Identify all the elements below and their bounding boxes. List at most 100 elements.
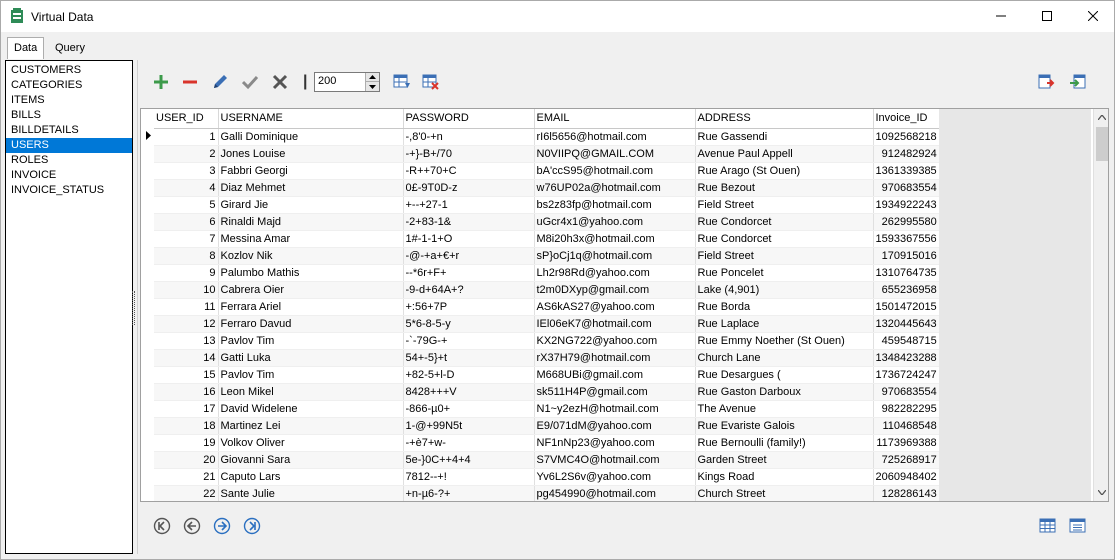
- grid-cell[interactable]: E9/071dM@yahoo.com: [534, 417, 696, 435]
- grid-cell[interactable]: 1320445643: [873, 315, 940, 333]
- grid-cell[interactable]: Garden Street: [695, 451, 874, 469]
- grid-cell[interactable]: 2: [154, 145, 219, 163]
- delete-record-button[interactable]: [179, 70, 201, 94]
- grid-cell[interactable]: -9-d+64A+?: [403, 281, 535, 299]
- table-row[interactable]: 2 Jones Louise -+}-B+/70 N0VIIPQ@GMAIL.COM A…: [154, 145, 940, 163]
- table-row[interactable]: 18 Martinez Lei 1-@+99N5t E9/071dM@yahoo.co…: [154, 417, 940, 435]
- grid-cell[interactable]: Rue Arago (St Ouen): [695, 162, 874, 180]
- grid-cell[interactable]: Rue Bernoulli (family!): [695, 434, 874, 452]
- table-row[interactable]: 4 Diaz Mehmet 0£-9T0D-z w76UP02a@hotmail.co…: [154, 179, 940, 197]
- grid-cell[interactable]: t2m0DXyp@gmail.com: [534, 281, 696, 299]
- table-list-item-billdetails[interactable]: BILLDETAILS: [6, 123, 132, 138]
- pane-splitter[interactable]: [132, 291, 135, 325]
- grid-cell[interactable]: The Avenue: [695, 400, 874, 418]
- grid-cell[interactable]: -`-79G-+: [403, 332, 535, 350]
- refresh-grid-button[interactable]: [391, 70, 413, 94]
- grid-cell[interactable]: 912482924: [873, 145, 940, 163]
- grid-cell[interactable]: -+}-B+/70: [403, 145, 535, 163]
- table-row[interactable]: 13 Pavlov Tim -`-79G-+ KX2NG722@yahoo.com Ru…: [154, 332, 940, 350]
- grid-cell[interactable]: bs2z83fp@hotmail.com: [534, 196, 696, 214]
- table-row[interactable]: 9 Palumbo Mathis --*6r+F+ Lh2r98Rd@yahoo.co…: [154, 264, 940, 282]
- grid-cell[interactable]: rX37H79@hotmail.com: [534, 349, 696, 367]
- table-list-item-bills[interactable]: BILLS: [6, 108, 132, 123]
- grid-cell[interactable]: Rue Condorcet: [695, 213, 874, 231]
- grid-cell[interactable]: 725268917: [873, 451, 940, 469]
- grid-cell[interactable]: Lake (4,901): [695, 281, 874, 299]
- grid-cell[interactable]: 128286143: [873, 485, 940, 501]
- grid-cell[interactable]: Lh2r98Rd@yahoo.com: [534, 264, 696, 282]
- grid-cell[interactable]: NF1nNp23@yahoo.com: [534, 434, 696, 452]
- table-row[interactable]: 20 Giovanni Sara 5e-}0C++4+4 S7VMC4O@hotmai…: [154, 451, 940, 469]
- grid-cell[interactable]: Palumbo Mathis: [218, 264, 404, 282]
- table-list-item-items[interactable]: ITEMS: [6, 93, 132, 108]
- grid-cell[interactable]: 15: [154, 366, 219, 384]
- grid-cell[interactable]: Rue Gaston Darboux: [695, 383, 874, 401]
- grid-cell[interactable]: 13: [154, 332, 219, 350]
- grid-cell[interactable]: 18: [154, 417, 219, 435]
- form-view-button[interactable]: [1068, 516, 1088, 536]
- grid-cell[interactable]: 459548715: [873, 332, 940, 350]
- grid-cell[interactable]: 19: [154, 434, 219, 452]
- grid-cell[interactable]: 12: [154, 315, 219, 333]
- grid-cell[interactable]: Girard Jie: [218, 196, 404, 214]
- table-row[interactable]: 21 Caputo Lars 7812--+! Yv6L2S6v@yahoo.com K…: [154, 468, 940, 486]
- scroll-thumb[interactable]: [1096, 127, 1108, 161]
- grid-cell[interactable]: +:56+7P: [403, 298, 535, 316]
- grid-cell[interactable]: -866-µ0+: [403, 400, 535, 418]
- table-row[interactable]: 3 Fabbri Georgi -R++70+C bA'ccS95@hotmail.c…: [154, 162, 940, 180]
- grid-cell[interactable]: Rue Poncelet: [695, 264, 874, 282]
- grid-cell[interactable]: +--+27-1: [403, 196, 535, 214]
- table-list-item-invoice-status[interactable]: INVOICE_STATUS: [6, 183, 132, 198]
- grid-cell[interactable]: Kozlov Nik: [218, 247, 404, 265]
- table-row[interactable]: 10 Cabrera Oier -9-d+64A+? t2m0DXyp@gmail.c…: [154, 281, 940, 299]
- scroll-down-button[interactable]: [1094, 484, 1108, 501]
- grid-cell[interactable]: 1736724247: [873, 366, 940, 384]
- cancel-edit-button[interactable]: [269, 70, 291, 94]
- grid-cell[interactable]: Jones Louise: [218, 145, 404, 163]
- grid-cell[interactable]: N1~y2ezH@hotmail.com: [534, 400, 696, 418]
- grid-cell[interactable]: 970683554: [873, 383, 940, 401]
- grid-cell[interactable]: 5*6-8-5-y: [403, 315, 535, 333]
- scroll-up-button[interactable]: [1094, 109, 1108, 126]
- grid-cell[interactable]: Rue Laplace: [695, 315, 874, 333]
- grid-cell[interactable]: 8428+++V: [403, 383, 535, 401]
- table-list-item-categories[interactable]: CATEGORIES: [6, 78, 132, 93]
- table-row[interactable]: 16 Leon Mikel 8428+++V sk511H4P@gmail.com Ru…: [154, 383, 940, 401]
- grid-cell[interactable]: Pavlov Tim: [218, 332, 404, 350]
- grid-cell[interactable]: 6: [154, 213, 219, 231]
- table-row[interactable]: 7 Messina Amar 1#-1-1+O M8i20h3x@hotmail.co…: [154, 230, 940, 248]
- grid-cell[interactable]: --*6r+F+: [403, 264, 535, 282]
- table-row[interactable]: 22 Sante Julie +n-µ6-?+ pg454990@hotmail.co…: [154, 485, 940, 501]
- grid-cell[interactable]: 1-@+99N5t: [403, 417, 535, 435]
- grid-cell[interactable]: 3: [154, 162, 219, 180]
- table-row[interactable]: 17 David Widelene -866-µ0+ N1~y2ezH@hotmail…: [154, 400, 940, 418]
- table-row[interactable]: 8 Kozlov Nik -@-+a+€+r sP}oCj1q@hotmail.com…: [154, 247, 940, 265]
- grid-cell[interactable]: Diaz Mehmet: [218, 179, 404, 197]
- grid-cell[interactable]: Rue Gassendi: [695, 128, 874, 146]
- grid-cell[interactable]: Rue Bezout: [695, 179, 874, 197]
- grid-cell[interactable]: -2+83-1&: [403, 213, 535, 231]
- next-record-button[interactable]: [212, 516, 232, 536]
- grid-cell[interactable]: Sante Julie: [218, 485, 404, 501]
- grid-cell[interactable]: 1: [154, 128, 219, 146]
- grid-cell[interactable]: 110468548: [873, 417, 940, 435]
- table-row[interactable]: 6 Rinaldi Majd -2+83-1& uGcr4x1@yahoo.com Ru…: [154, 213, 940, 231]
- column-header-address[interactable]: ADDRESS: [695, 109, 874, 129]
- title-bar[interactable]: Virtual Data: [1, 1, 1114, 32]
- prior-record-button[interactable]: [182, 516, 202, 536]
- grid-cell[interactable]: Gatti Luka: [218, 349, 404, 367]
- grid-cell[interactable]: 170915016: [873, 247, 940, 265]
- grid-cell[interactable]: 970683554: [873, 179, 940, 197]
- grid-cell[interactable]: Rue Condorcet: [695, 230, 874, 248]
- grid-cell[interactable]: Yv6L2S6v@yahoo.com: [534, 468, 696, 486]
- grid-cell[interactable]: 2060948402: [873, 468, 940, 486]
- clear-grid-button[interactable]: [420, 70, 442, 94]
- grid-cell[interactable]: w76UP02a@hotmail.com: [534, 179, 696, 197]
- table-list-item-roles[interactable]: ROLES: [6, 153, 132, 168]
- add-record-button[interactable]: [150, 70, 172, 94]
- edit-record-button[interactable]: [209, 70, 231, 94]
- grid-cell[interactable]: Messina Amar: [218, 230, 404, 248]
- grid-cell[interactable]: Field Street: [695, 247, 874, 265]
- grid-cell[interactable]: 1310764735: [873, 264, 940, 282]
- grid-cell[interactable]: 21: [154, 468, 219, 486]
